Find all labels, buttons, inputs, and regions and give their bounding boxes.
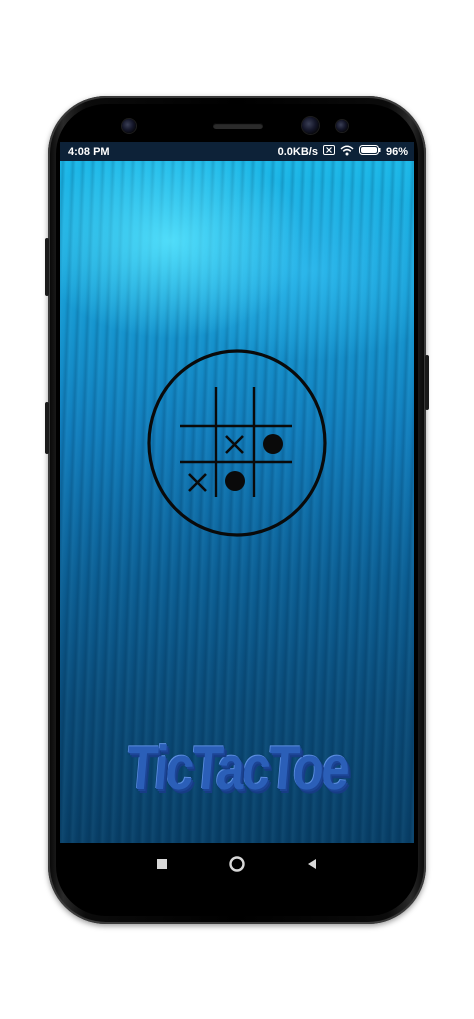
back-button[interactable]: [300, 852, 324, 876]
volume-button: [45, 238, 49, 296]
earpiece-speaker: [213, 123, 263, 129]
power-button: [425, 355, 429, 410]
back-icon: [308, 858, 317, 869]
splash-background: TicTacToe: [60, 161, 414, 843]
network-speed: 0.0KB/s: [277, 145, 318, 158]
app-title: TicTacToe: [123, 734, 351, 803]
home-button[interactable]: [225, 852, 249, 876]
recent-apps-button[interactable]: [150, 852, 174, 876]
recent-apps-icon: [156, 858, 167, 869]
bixby-button: [45, 402, 49, 454]
sim-x-icon: [322, 145, 335, 158]
tictactoe-logo: [147, 349, 327, 537]
screen: 4:08 PM 0.0KB/s 96% TicTacToe: [60, 142, 414, 884]
wifi-icon: [340, 145, 354, 159]
home-icon: [229, 855, 245, 872]
navigation-bar: [60, 843, 414, 884]
status-right: 0.0KB/s 96%: [278, 145, 408, 159]
status-time: 4:08 PM: [68, 145, 110, 158]
front-sensor: [122, 119, 136, 133]
battery-icon: [358, 145, 381, 158]
status-bar: 4:08 PM 0.0KB/s 96%: [60, 142, 414, 161]
front-camera: [302, 117, 319, 134]
iris-sensor: [336, 120, 348, 132]
battery-percent: 96%: [385, 145, 408, 158]
